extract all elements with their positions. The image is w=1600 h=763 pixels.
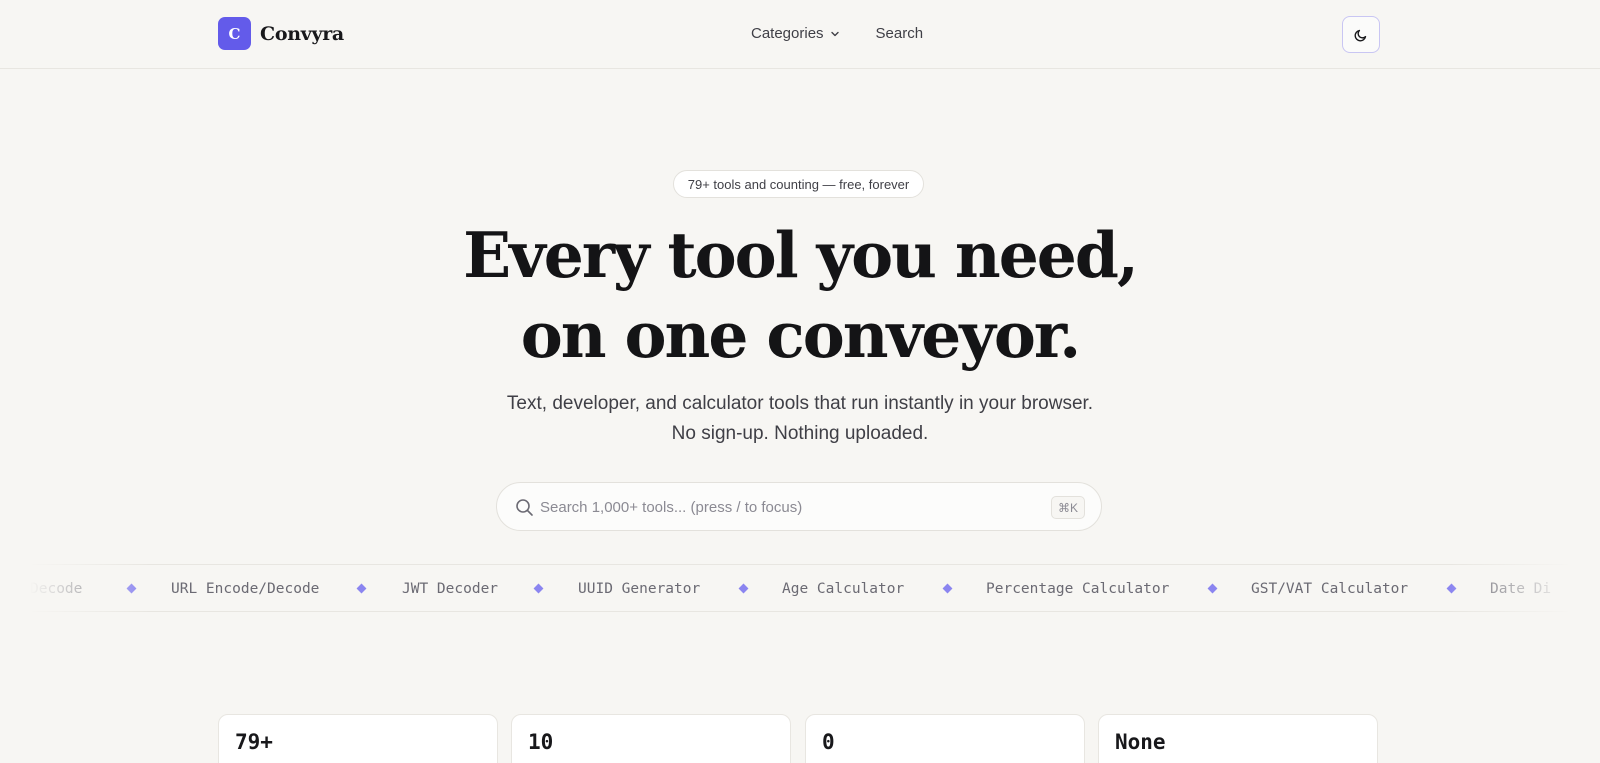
diamond-separator-icon (942, 583, 953, 594)
search-icon (516, 499, 533, 516)
ticker-item[interactable]: JWT Decoder (402, 581, 498, 597)
diamond-separator-icon (356, 583, 367, 594)
diamond-separator-icon (1207, 583, 1218, 594)
hero-subtitle-line-2: No sign-up. Nothing uploaded. (671, 423, 929, 444)
ticker-item[interactable]: UUID Generator (578, 581, 700, 597)
ticker-item[interactable]: Age Calculator (782, 581, 904, 597)
hero-subtitle-line-1: Text, developer, and calculator tools th… (506, 393, 1094, 414)
ticker-item[interactable]: Percentage Calculator (986, 581, 1169, 597)
theme-toggle-button[interactable] (1342, 16, 1380, 53)
stat-card: 79+ (218, 714, 498, 763)
hero-headline-line-1: Every tool you need, (463, 218, 1139, 292)
hero-subtitle: Text, developer, and calculator tools th… (400, 389, 1200, 449)
chevron-down-icon (830, 31, 839, 36)
ticker-item[interactable]: Date Di (1490, 581, 1551, 597)
stat-value: 10 (528, 730, 554, 754)
hero-headline-line-2: on one conveyor. (520, 298, 1081, 372)
main-nav: Categories Search (751, 25, 923, 42)
diamond-separator-icon (738, 583, 749, 594)
tools-ticker: Decode URL Encode/Decode JWT Decoder UUI… (0, 564, 1600, 612)
nav-search-label: Search (875, 25, 924, 42)
diamond-separator-icon (1446, 583, 1457, 594)
moon-icon (1354, 29, 1367, 41)
brand-logo-link[interactable]: C Convyra (218, 17, 344, 50)
hero-badge: 79+ tools and counting — free, forever (673, 170, 924, 198)
ticker-item[interactable]: Decode (30, 581, 82, 597)
tool-search-box[interactable]: ⌘K (496, 482, 1102, 531)
stat-value: 0 (822, 730, 835, 754)
page: C Convyra Categories Search 79+ tools an… (0, 0, 1600, 763)
diamond-separator-icon (126, 583, 137, 594)
search-input[interactable] (540, 495, 1020, 520)
ticker-item[interactable]: GST/VAT Calculator (1251, 581, 1408, 597)
logo-mark: C (218, 17, 251, 50)
hero-headline: Every tool you need, on one conveyor. (400, 215, 1200, 375)
stat-value: 79+ (235, 730, 273, 754)
brand-name: Convyra (260, 22, 344, 45)
nav-search-link[interactable]: Search (876, 25, 924, 42)
nav-categories-label: Categories (751, 25, 824, 42)
keyboard-shortcut-badge: ⌘K (1050, 496, 1085, 519)
ticker-item[interactable]: URL Encode/Decode (171, 581, 319, 597)
nav-categories-dropdown[interactable]: Categories (751, 25, 841, 42)
stat-card: 0 (805, 714, 1085, 763)
diamond-separator-icon (533, 583, 544, 594)
top-navbar: C Convyra Categories Search (0, 0, 1600, 69)
stat-card: 10 (511, 714, 791, 763)
stat-value: None (1115, 730, 1166, 754)
stat-card: None (1098, 714, 1378, 763)
